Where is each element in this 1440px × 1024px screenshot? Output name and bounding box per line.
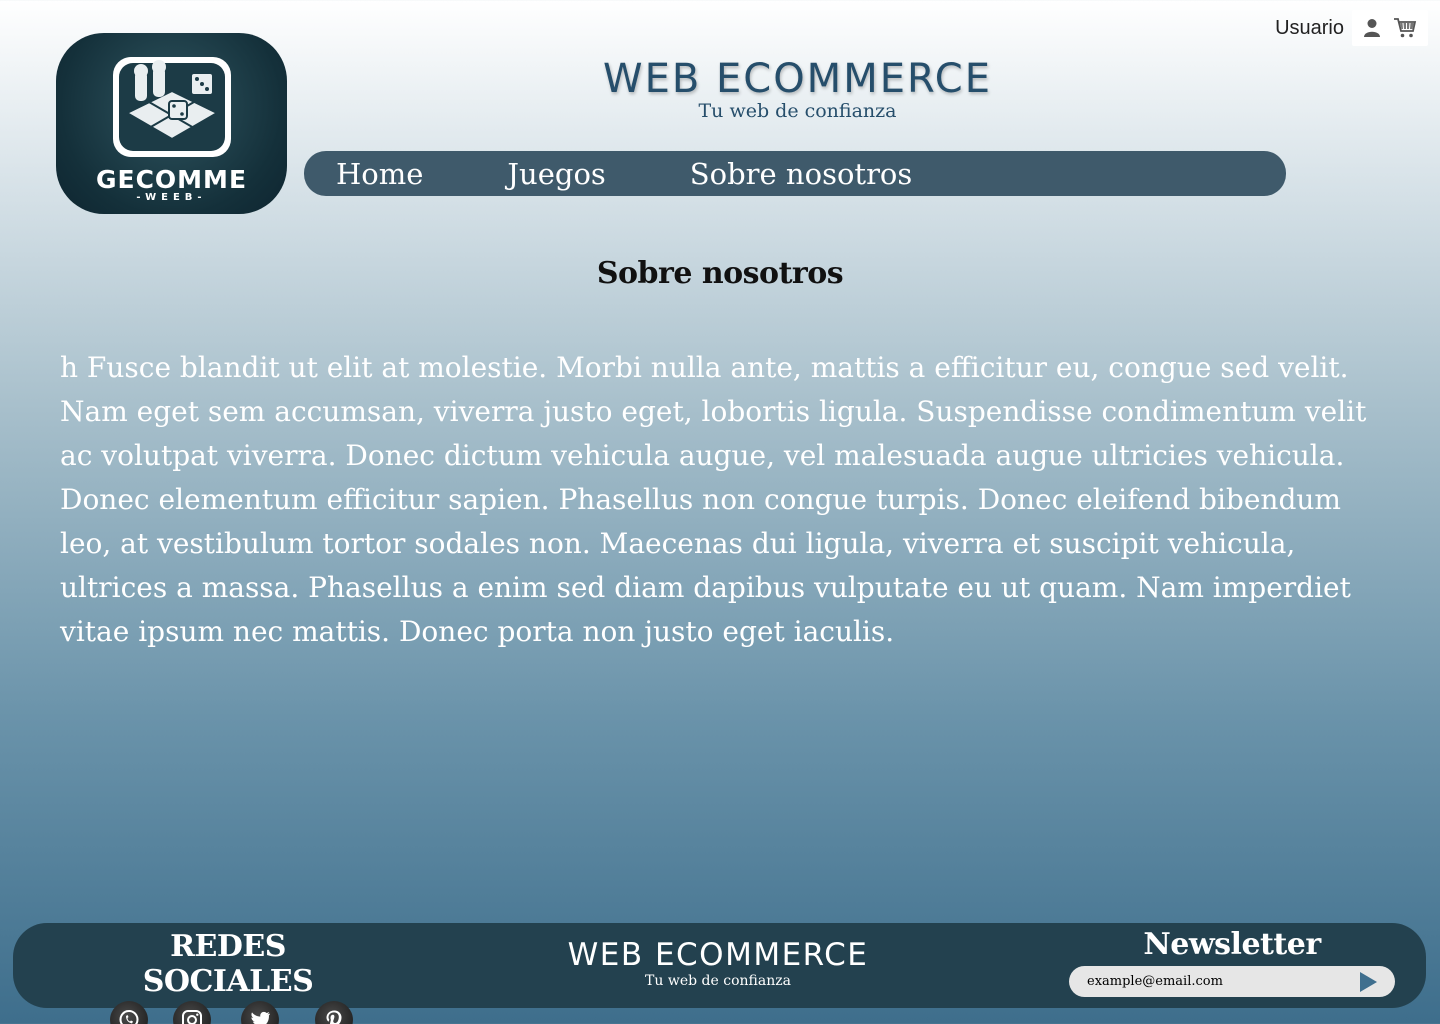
social-section: REDES SOCIALES <box>83 929 373 1024</box>
twitter-icon[interactable] <box>241 1001 279 1024</box>
whatsapp-icon[interactable] <box>110 1001 148 1024</box>
site-logo[interactable]: GECOMME -WEEB- <box>56 33 287 214</box>
user-bar: Usuario <box>1275 10 1428 46</box>
about-text: h Fusce blandit ut elit at molestie. Mor… <box>60 351 1367 648</box>
page-title: Sobre nosotros <box>596 256 844 291</box>
send-arrow-icon[interactable] <box>1357 970 1379 998</box>
nav-item-sobre-nosotros[interactable]: Sobre nosotros <box>690 157 912 191</box>
user-icons <box>1352 10 1428 46</box>
newsletter-email-value: example@email.com <box>1087 974 1223 989</box>
main-nav: Home Juegos Sobre nosotros <box>304 151 1286 196</box>
brand-header: WEB ECOMMERCE Tu web de confianza <box>500 56 1095 122</box>
nav-item-home[interactable]: Home <box>336 157 423 191</box>
logo-title: GECOMME <box>95 165 248 194</box>
newsletter-section: Newsletter example@email.com <box>1069 927 1395 997</box>
footer-brand: WEB ECOMMERCE Tu web de confianza <box>553 937 883 989</box>
brand-subtitle: Tu web de confianza <box>698 100 897 122</box>
nav-item-juegos[interactable]: Juegos <box>507 157 605 191</box>
user-label[interactable]: Usuario <box>1275 17 1344 40</box>
user-icon[interactable] <box>1363 18 1381 38</box>
footer: REDES SOCIALES WEB ECOMMERCE Tu web de c… <box>13 923 1426 1024</box>
footer-brand-title: WEB ECOMMERCE <box>567 937 869 973</box>
instagram-icon[interactable] <box>173 1001 211 1024</box>
cart-icon[interactable] <box>1393 17 1417 39</box>
brand-title: WEB ECOMMERCE <box>603 56 992 102</box>
board-game-logo-art <box>112 57 231 157</box>
newsletter-title: Newsletter <box>1143 927 1321 962</box>
social-title: REDES SOCIALES <box>142 929 314 999</box>
social-icons <box>83 1001 373 1024</box>
footer-brand-subtitle: Tu web de confianza <box>645 973 791 989</box>
newsletter-email-field[interactable]: example@email.com <box>1069 966 1395 997</box>
logo-subtitle: -WEEB- <box>136 192 207 203</box>
pinterest-icon[interactable] <box>315 1001 353 1024</box>
